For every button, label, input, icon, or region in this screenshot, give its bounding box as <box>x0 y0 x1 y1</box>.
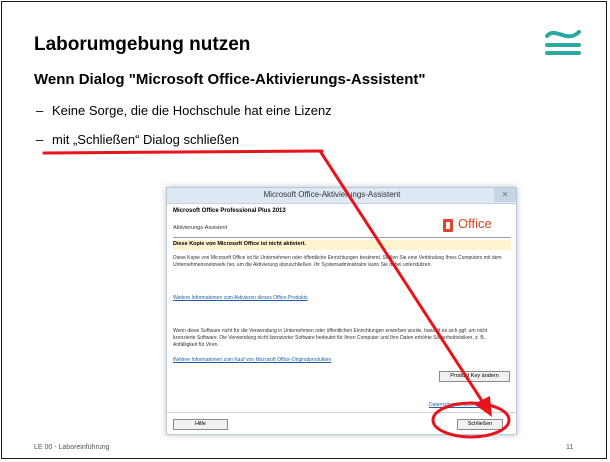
divider <box>167 412 516 413</box>
divider <box>173 237 511 238</box>
bullet-marker: – <box>36 132 44 147</box>
bullet-item: – mit „Schließen“ Dialog schließen <box>36 132 239 147</box>
bullet-text: mit „Schließen“ Dialog schließen <box>52 132 240 147</box>
purchase-info-link[interactable]: Weitere Informationen zum Kauf von Micro… <box>173 357 331 363</box>
activation-info-link[interactable]: Weitere Informationen zum Aktivieren die… <box>173 295 308 301</box>
dialog-subtitle: Aktivierungs-Assistent <box>173 225 228 231</box>
dialog-titlebar: Microsoft Office-Aktivierungs-Assistent … <box>167 188 516 204</box>
dialog-title: Microsoft Office-Aktivierungs-Assistent <box>263 190 401 199</box>
product-name: Microsoft Office Professional Plus 2013 <box>173 208 286 214</box>
info-paragraph: Diese Kopie von Microsoft Office ist für… <box>173 255 502 268</box>
bullet-item: – Keine Sorge, die die Hochschule hat ein… <box>36 103 332 118</box>
wave-logo-icon <box>545 30 581 55</box>
change-product-key-button[interactable]: Product Key ändern <box>439 371 510 382</box>
office-logo: Office <box>443 216 513 234</box>
slide-title: Laborumgebung nutzen <box>34 34 251 55</box>
page-number: 11 <box>566 444 574 451</box>
office-brand-text: Office <box>458 216 492 231</box>
activation-dialog: Microsoft Office-Aktivierungs-Assistent … <box>166 187 517 435</box>
footer-course-label: LE 00 - Laboreinführung <box>34 444 110 451</box>
warning-text: Diese Kopie von Microsoft Office ist nic… <box>173 241 306 247</box>
close-icon[interactable]: ✕ <box>494 188 516 202</box>
license-paragraph: Wenn diese Software nicht für die Verwen… <box>173 328 488 348</box>
slide-subtitle: Wenn Dialog "Microsoft Office-Aktivierun… <box>34 71 426 88</box>
close-button[interactable]: Schließen <box>457 419 503 430</box>
privacy-link[interactable]: Datenschutzbestimmungen <box>429 402 490 408</box>
bullet-marker: – <box>36 103 44 118</box>
bullet-text: Keine Sorge, die die Hochschule hat eine… <box>52 103 332 118</box>
help-button[interactable]: Hilfe <box>173 419 228 430</box>
warning-banner: Diese Kopie von Microsoft Office ist nic… <box>173 240 511 250</box>
office-icon <box>443 219 453 232</box>
